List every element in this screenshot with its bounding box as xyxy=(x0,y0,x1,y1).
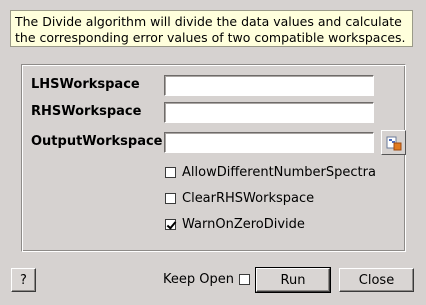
folder-browse-icon xyxy=(386,136,401,150)
rhs-workspace-input[interactable] xyxy=(164,102,374,123)
output-workspace-label: OutputWorkspace xyxy=(31,134,163,149)
option-allow-different-number-spectra[interactable]: AllowDifferentNumberSpectra xyxy=(164,165,376,180)
warn-on-zero-divide-label: WarnOnZeroDivide xyxy=(182,217,305,232)
allow-different-number-spectra-checkbox[interactable] xyxy=(165,167,176,178)
run-button[interactable]: Run xyxy=(255,267,331,293)
option-warn-on-zero-divide[interactable]: WarnOnZeroDivide xyxy=(164,217,305,232)
clear-rhs-workspace-checkbox[interactable] xyxy=(165,193,176,204)
warn-on-zero-divide-checkbox[interactable] xyxy=(165,219,176,230)
keep-open-label: Keep Open xyxy=(163,272,234,287)
close-button[interactable]: Close xyxy=(339,268,414,292)
lhs-workspace-label: LHSWorkspace xyxy=(31,77,140,92)
keep-open-checkbox[interactable] xyxy=(238,274,250,285)
help-button[interactable]: ? xyxy=(11,268,36,292)
lhs-workspace-input[interactable] xyxy=(164,75,374,96)
keep-open-toggle[interactable]: Keep Open xyxy=(163,272,250,287)
browse-workspace-button[interactable] xyxy=(381,130,406,155)
algorithm-description: The Divide algorithm will divide the dat… xyxy=(10,10,413,47)
allow-different-number-spectra-label: AllowDifferentNumberSpectra xyxy=(182,165,376,180)
option-clear-rhs-workspace[interactable]: ClearRHSWorkspace xyxy=(164,191,314,206)
clear-rhs-workspace-label: ClearRHSWorkspace xyxy=(182,191,315,206)
output-workspace-input[interactable] xyxy=(164,132,374,153)
rhs-workspace-label: RHSWorkspace xyxy=(31,104,142,119)
